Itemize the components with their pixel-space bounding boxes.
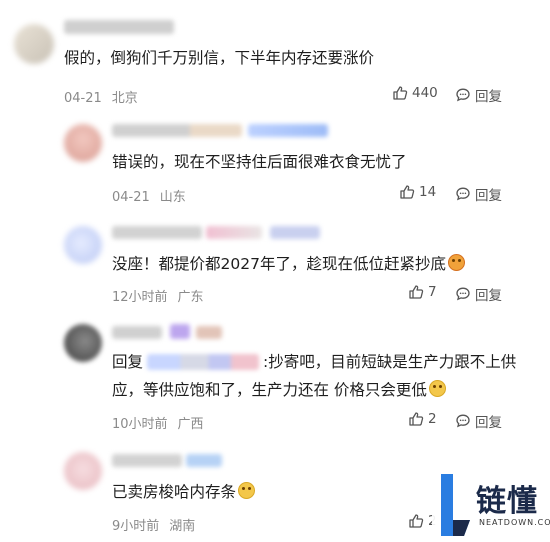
comment-meta: 10小时前 广西 (112, 413, 204, 432)
comment-text: 假的，倒狗们千万别信，下半年内存还要涨价 (64, 49, 375, 67)
comment-4: 回复 :抄寄吧，目前短缺是生产力跟不上供 应，等供应饱和了，生产力还在 价格只会更… (0, 310, 550, 440)
comment-bubble-icon (456, 187, 470, 201)
comment-text-content: :抄寄吧，目前短缺是生产力跟不上供 (263, 353, 517, 371)
comment-3: 没座！都提价都2027年了，趁现在低位赶紧抄底 12小时前 广东 7 回复 (0, 210, 550, 310)
comment-location: 湖南 (169, 519, 196, 534)
comment-location: 山东 (159, 190, 186, 205)
comment-meta: 04-21 山东 (112, 186, 186, 205)
watermark-domain: NEATDOWN.COM (479, 518, 550, 527)
angry-emoji-icon (447, 254, 465, 271)
user-badge-blurred (170, 324, 190, 339)
avatar[interactable] (64, 452, 102, 490)
comment-meta: 12小时前 广东 (112, 286, 204, 305)
thumbs-up-icon (393, 86, 408, 100)
comment-time: 04-21 (112, 190, 150, 205)
user-badge-blurred (196, 326, 222, 339)
comment-time: 04-21 (64, 91, 102, 106)
comment-text-line-2: 应，等供应饱和了，生产力还在 价格只会更低 (112, 376, 446, 404)
like-button[interactable]: 14 (399, 184, 436, 200)
comment-2: 错误的，现在不坚持住后面很难衣食无忧了 04-21 山东 14 回复 (0, 110, 550, 210)
username-blurred[interactable] (112, 454, 182, 467)
smile-emoji-icon (238, 482, 256, 499)
thumbs-up-icon (409, 514, 424, 528)
comment-time: 10小时前 (112, 417, 168, 432)
comment-text-content: 已卖房梭哈内存条 (112, 483, 237, 501)
reply-label: 回复 (475, 288, 502, 304)
user-badge-blurred (206, 226, 262, 239)
comment-meta: 04-21 北京 (64, 87, 138, 106)
brand-logo-icon (441, 474, 470, 536)
comment-text-line-1: 回复 :抄寄吧，目前短缺是生产力跟不上供 (112, 348, 516, 376)
thumbs-up-icon (400, 185, 415, 199)
reply-button[interactable]: 回复 (455, 284, 502, 304)
username-blurred[interactable] (112, 226, 202, 239)
reply-prefix: 回复 (112, 353, 144, 371)
comment-text: 没座！都提价都2027年了，趁现在低位赶紧抄底 (112, 250, 465, 278)
avatar[interactable] (64, 124, 102, 162)
user-badge-blurred (186, 454, 222, 467)
comment-time: 9小时前 (112, 519, 160, 534)
avatar[interactable] (64, 226, 102, 264)
comment-location: 广东 (177, 290, 204, 305)
like-count: 14 (419, 184, 437, 200)
username-blurred[interactable] (112, 326, 162, 339)
like-count: 440 (412, 85, 438, 101)
avatar[interactable] (14, 24, 54, 64)
like-button[interactable]: 440 (392, 85, 438, 101)
reply-label: 回复 (475, 188, 502, 204)
comment-text: 已卖房梭哈内存条 (112, 478, 256, 506)
comment-text-content: 应，等供应饱和了，生产力还在 价格只会更低 (112, 381, 427, 399)
avatar[interactable] (64, 324, 102, 362)
watermark-brand: 链懂 (476, 484, 538, 519)
reply-button[interactable]: 回复 (455, 85, 502, 105)
user-badge-blurred (270, 226, 320, 239)
comment-bubble-icon (456, 287, 470, 301)
like-count: 7 (428, 284, 437, 300)
like-count: 2 (428, 411, 437, 427)
comment-1: 假的，倒狗们千万别信，下半年内存还要涨价 04-21 北京 440 回复 (0, 0, 550, 110)
reply-label: 回复 (475, 89, 502, 105)
watermark: 链懂 NEATDOWN.COM (432, 468, 550, 542)
like-button[interactable]: 7 (408, 284, 437, 300)
username-blurred[interactable] (112, 124, 242, 137)
user-badge-blurred (248, 124, 328, 137)
reply-label: 回复 (475, 415, 502, 431)
thumbs-up-icon (409, 412, 424, 426)
reply-button[interactable]: 回复 (455, 184, 502, 204)
comment-time: 12小时前 (112, 290, 168, 305)
thumbs-up-icon (409, 285, 424, 299)
comment-location: 北京 (111, 91, 138, 106)
like-button[interactable]: 2 (408, 411, 437, 427)
comment-bubble-icon (456, 88, 470, 102)
smile-emoji-icon (428, 380, 446, 397)
comment-location: 广西 (177, 417, 204, 432)
comment-text-content: 没座！都提价都2027年了，趁现在低位赶紧抄底 (112, 255, 446, 273)
reply-button[interactable]: 回复 (455, 411, 502, 431)
username-blurred[interactable] (64, 20, 174, 34)
mentioned-user-blurred[interactable] (147, 354, 260, 370)
comment-text: 错误的，现在不坚持住后面很难衣食无忧了 (112, 153, 407, 171)
comment-meta: 9小时前 湖南 (112, 515, 195, 534)
comment-bubble-icon (456, 414, 470, 428)
